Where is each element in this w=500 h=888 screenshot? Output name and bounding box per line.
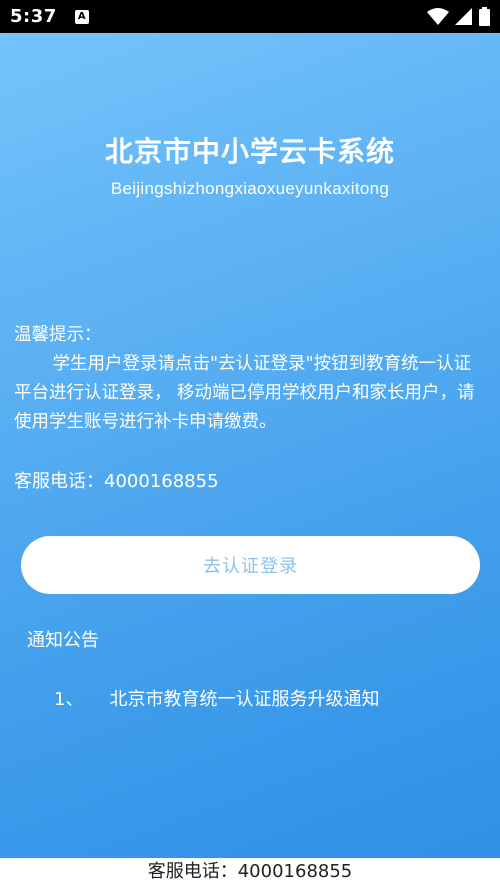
status-icons	[427, 7, 490, 26]
app-screen: 北京市中小学云卡系统 Beijingshizhongxiaoxueyunkaxi…	[0, 33, 500, 858]
footer-service-phone: 客服电话：4000168855	[0, 858, 500, 888]
notice-item-index: 1、	[54, 689, 84, 710]
notice-item[interactable]: 1、 北京市教育统一认证服务升级通知	[54, 685, 379, 711]
tips-section: 温馨提示： 学生用户登录请点击"去认证登录"按钮到教育统一认证平台进行认证登录，…	[14, 321, 488, 437]
auth-login-button[interactable]: 去认证登录	[21, 536, 480, 594]
tips-body: 学生用户登录请点击"去认证登录"按钮到教育统一认证平台进行认证登录， 移动端已停…	[14, 354, 475, 432]
page-title: 北京市中小学云卡系统	[104, 135, 395, 168]
tips-heading: 温馨提示：	[14, 325, 102, 345]
page-subtitle: Beijingshizhongxiaoxueyunkaxitong	[110, 179, 390, 198]
signal-icon	[455, 7, 472, 25]
status-time: 5:37	[10, 6, 57, 27]
service-phone: 客服电话：4000168855	[14, 471, 219, 492]
wifi-icon	[427, 7, 449, 25]
notice-title: 通知公告	[27, 630, 99, 651]
notice-item-text[interactable]: 北京市教育统一认证服务升级通知	[109, 685, 379, 711]
status-bar: 5:37 A	[0, 0, 500, 33]
battery-icon	[479, 7, 490, 26]
accessibility-icon: A	[74, 9, 89, 24]
